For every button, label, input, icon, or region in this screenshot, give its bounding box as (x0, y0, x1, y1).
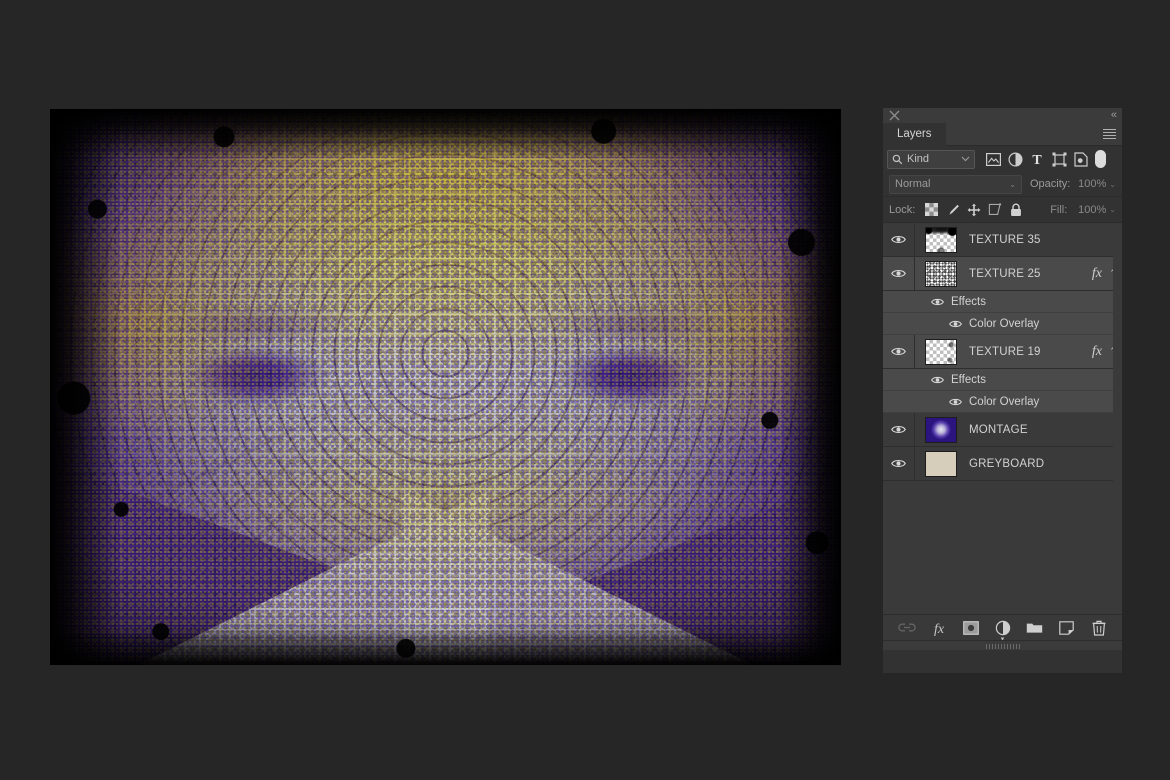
eye-icon (891, 268, 906, 279)
eye-icon[interactable] (931, 297, 944, 307)
filter-pixel-layers-icon[interactable] (982, 149, 1004, 169)
grip-marks-icon (986, 644, 1020, 649)
opacity-label: Opacity: (1030, 178, 1070, 190)
opacity-value[interactable]: 100% (1075, 178, 1106, 190)
blend-mode-select[interactable]: Normal ⌄ (889, 175, 1022, 194)
lock-artboard-nesting-icon[interactable] (984, 200, 1005, 220)
effect-row-effects[interactable]: Effects (883, 369, 1122, 391)
effect-label: Color Overlay (969, 318, 1039, 330)
effect-label: Effects (951, 374, 986, 386)
effect-label: Effects (951, 296, 986, 308)
fill-label: Fill: (1050, 204, 1067, 216)
new-group-button[interactable] (1025, 618, 1045, 638)
layer-filter-row: Kind T (883, 146, 1122, 172)
fill-value[interactable]: 100% (1072, 204, 1106, 216)
delete-layer-button[interactable] (1089, 618, 1109, 638)
close-icon[interactable] (889, 110, 900, 121)
filter-smart-objects-icon[interactable] (1070, 149, 1092, 169)
layer-thumbnail[interactable] (925, 451, 957, 477)
svg-text:fx: fx (933, 622, 944, 636)
add-layer-mask-button[interactable] (961, 618, 981, 638)
eye-icon[interactable] (949, 397, 962, 407)
filter-shape-layers-icon[interactable] (1048, 149, 1070, 169)
layer-fx-badge[interactable]: fx (1092, 266, 1104, 282)
blend-mode-row: Normal ⌄ Opacity: 100% ⌄ (883, 172, 1122, 197)
panel-resize-grip[interactable] (883, 640, 1122, 650)
layer-thumbnail[interactable] (925, 339, 957, 365)
layer-list-scrollbar[interactable] (1113, 223, 1122, 614)
tab-layers[interactable]: Layers (883, 123, 946, 146)
effect-label: Color Overlay (969, 396, 1039, 408)
layer-thumbnail[interactable] (925, 417, 957, 443)
filter-enable-toggle[interactable] (1095, 150, 1106, 168)
collapse-panel-icon[interactable]: « (1111, 109, 1117, 121)
layer-name-label: TEXTURE 19 (969, 346, 1041, 358)
eye-icon (891, 234, 906, 245)
artwork-canvas[interactable] (50, 109, 841, 665)
lock-label: Lock: (889, 204, 915, 216)
layer-name-label: TEXTURE 35 (969, 234, 1041, 246)
layer-row-montage[interactable]: MONTAGE (883, 413, 1122, 447)
layer-visibility-toggle[interactable] (883, 223, 915, 256)
new-adjustment-layer-button[interactable]: ▾ (993, 618, 1013, 638)
layer-visibility-toggle[interactable] (883, 335, 915, 368)
search-icon (892, 154, 903, 165)
filter-kind-label: Kind (907, 153, 957, 165)
lock-all-icon[interactable] (1005, 200, 1026, 220)
fill-chevron-icon[interactable]: ⌄ (1109, 205, 1116, 214)
lock-row: Lock: (883, 197, 1122, 223)
eye-icon (891, 424, 906, 435)
layers-panel: « Layers Kind (883, 108, 1122, 673)
layer-name-label: TEXTURE 25 (969, 268, 1041, 280)
lock-transparent-pixels-icon[interactable] (921, 200, 942, 220)
filter-type-layers-icon[interactable]: T (1026, 149, 1048, 169)
layer-visibility-toggle[interactable] (883, 447, 915, 480)
effect-row-color-overlay[interactable]: Color Overlay (883, 391, 1122, 413)
lock-position-icon[interactable] (963, 200, 984, 220)
layer-thumbnail[interactable] (925, 227, 957, 253)
layer-name-label: GREYBOARD (969, 458, 1044, 470)
app-root: « Layers Kind (0, 0, 1170, 780)
layer-row-texture-35[interactable]: TEXTURE 35 (883, 223, 1122, 257)
panel-menu-icon[interactable] (1103, 129, 1116, 140)
filter-adjustment-layers-icon[interactable] (1004, 149, 1026, 169)
effect-row-effects[interactable]: Effects (883, 291, 1122, 313)
layer-visibility-toggle[interactable] (883, 413, 915, 446)
new-layer-button[interactable] (1057, 618, 1077, 638)
chevron-down-icon: ⌄ (1009, 180, 1016, 189)
layer-row-greyboard[interactable]: GREYBOARD (883, 447, 1122, 481)
layer-row-texture-25[interactable]: TEXTURE 25 fx ⌃ (883, 257, 1122, 291)
eye-icon (891, 458, 906, 469)
filter-kind-select[interactable]: Kind (887, 150, 975, 169)
eye-icon[interactable] (931, 375, 944, 385)
svg-text:T: T (1032, 153, 1042, 166)
link-layers-button[interactable] (897, 618, 917, 638)
layer-thumbnail[interactable] (925, 261, 957, 287)
layer-name-label: MONTAGE (969, 424, 1028, 436)
panel-tab-bar: Layers (883, 123, 1122, 146)
lock-image-pixels-icon[interactable] (942, 200, 963, 220)
layer-row-texture-19[interactable]: TEXTURE 19 fx ⌃ (883, 335, 1122, 369)
layers-panel-toolbar: fx ▾ (883, 614, 1122, 640)
effect-row-color-overlay[interactable]: Color Overlay (883, 313, 1122, 335)
layer-list[interactable]: TEXTURE 35 TEXTURE 25 fx ⌃ (883, 223, 1122, 614)
blend-mode-value: Normal (895, 178, 930, 190)
chevron-down-icon (961, 156, 970, 162)
layer-visibility-toggle[interactable] (883, 257, 915, 290)
eye-icon[interactable] (949, 319, 962, 329)
eye-icon (891, 346, 906, 357)
panel-title-bar: « (883, 108, 1122, 123)
add-layer-style-button[interactable]: fx (929, 618, 949, 638)
layer-fx-badge[interactable]: fx (1092, 344, 1104, 360)
opacity-chevron-icon[interactable]: ⌄ (1109, 180, 1116, 189)
art-grunge-border (50, 109, 841, 665)
